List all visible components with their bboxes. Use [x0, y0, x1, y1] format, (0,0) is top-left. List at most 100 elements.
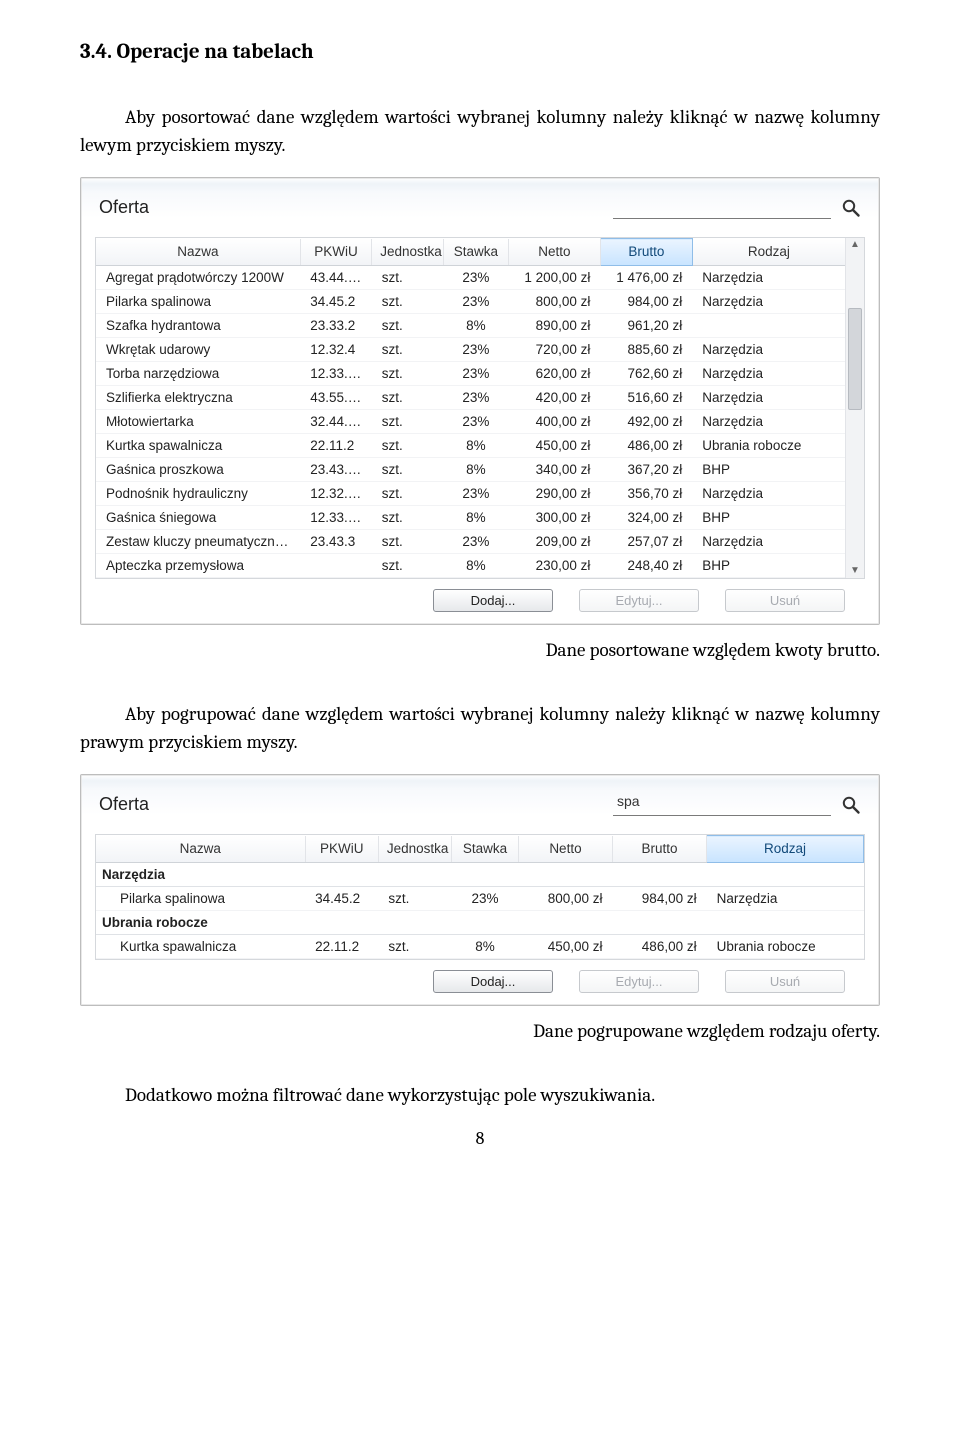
cell-nazwa: Zestaw kluczy pneumatycznych [96, 530, 300, 554]
cell-rodzaj: Ubrania robocze [692, 434, 845, 458]
table-row[interactable]: Gaśnica proszkowa23.43.55szt.8%340,00 zł… [96, 458, 846, 482]
group-header[interactable]: Ubrania robocze [96, 911, 864, 935]
cell-brutto: 1 476,00 zł [600, 266, 692, 290]
cell-netto: 890,00 zł [509, 314, 601, 338]
cell-pkwiu [300, 554, 371, 578]
cell-rodzaj [692, 314, 845, 338]
col-header-netto[interactable]: Netto [518, 836, 612, 863]
cell-netto: 450,00 zł [509, 434, 601, 458]
cell-netto: 420,00 zł [509, 386, 601, 410]
scroll-up-icon[interactable]: ▲ [848, 238, 862, 252]
col-header-stawka[interactable]: Stawka [452, 836, 519, 863]
cell-brutto: 984,00 zł [613, 887, 707, 911]
table-row[interactable]: Szlifierka elektryczna43.55.44szt.23%420… [96, 386, 846, 410]
cell-brutto: 367,20 zł [600, 458, 692, 482]
table-row[interactable]: Młotowiertarka32.44.55szt.23%400,00 zł49… [96, 410, 846, 434]
paragraph-3: Dodatkowo można filtrować dane wykorzyst… [80, 1082, 880, 1110]
cell-rodzaj: Narzędzia [692, 530, 845, 554]
table-row[interactable]: Kurtka spawalnicza22.11.2szt.8%450,00 zł… [96, 935, 864, 959]
cell-jed: szt. [372, 434, 443, 458]
cell-stawka: 23% [452, 887, 519, 911]
cell-nazwa: Kurtka spawalnicza [96, 935, 305, 959]
col-header-nazwa[interactable]: Nazwa [96, 239, 300, 266]
col-header-netto[interactable]: Netto [509, 239, 601, 266]
cell-rodzaj: Narzędzia [692, 482, 845, 506]
page-number: 8 [80, 1128, 880, 1149]
dodaj-button[interactable]: Dodaj... [433, 589, 553, 612]
cell-stawka: 8% [452, 935, 519, 959]
cell-nazwa: Agregat prądotwórczy 1200W [96, 266, 300, 290]
cell-jed: szt. [372, 386, 443, 410]
cell-rodzaj: Narzędzia [692, 290, 845, 314]
table-row[interactable]: Gaśnica śniegowa12.33.43szt.8%300,00 zł3… [96, 506, 846, 530]
cell-jed: szt. [372, 362, 443, 386]
cell-nazwa: Młotowiertarka [96, 410, 300, 434]
cell-brutto: 486,00 zł [613, 935, 707, 959]
cell-pkwiu: 23.33.2 [300, 314, 371, 338]
cell-pkwiu: 43.55.44 [300, 386, 371, 410]
table-row[interactable]: Szafka hydrantowa23.33.2szt.8%890,00 zł9… [96, 314, 846, 338]
search-icon[interactable] [841, 198, 861, 218]
edytuj-button[interactable]: Edytuj... [579, 970, 699, 993]
search-input[interactable] [613, 196, 831, 219]
oferta-grid: ▲ ▼ Nazwa PKWiU Jednostka Stawka [95, 237, 865, 579]
group-header[interactable]: Narzędzia [96, 863, 864, 887]
table-row[interactable]: Torba narzędziowa12.33.43szt.23%620,00 z… [96, 362, 846, 386]
cell-stawka: 23% [443, 386, 508, 410]
cell-netto: 620,00 zł [509, 362, 601, 386]
col-header-rodzaj[interactable]: Rodzaj [692, 239, 845, 266]
cell-stawka: 23% [443, 362, 508, 386]
cell-stawka: 8% [443, 506, 508, 530]
cell-brutto: 961,20 zł [600, 314, 692, 338]
cell-pkwiu: 23.43.3 [300, 530, 371, 554]
cell-brutto: 492,00 zł [600, 410, 692, 434]
scroll-down-icon[interactable]: ▼ [848, 564, 862, 578]
col-header-brutto[interactable]: Brutto [600, 239, 692, 266]
cell-nazwa: Szlifierka elektryczna [96, 386, 300, 410]
cell-netto: 340,00 zł [509, 458, 601, 482]
cell-netto: 300,00 zł [509, 506, 601, 530]
table-row[interactable]: Wkrętak udarowy12.32.4szt.23%720,00 zł88… [96, 338, 846, 362]
col-header-pkwiu[interactable]: PKWiU [300, 239, 371, 266]
edytuj-button[interactable]: Edytuj... [579, 589, 699, 612]
col-header-nazwa[interactable]: Nazwa [96, 836, 305, 863]
scrollbar[interactable]: ▲ ▼ [845, 238, 864, 578]
table-row[interactable]: Pilarka spalinowa34.45.2szt.23%800,00 zł… [96, 887, 864, 911]
cell-stawka: 23% [443, 266, 508, 290]
cell-rodzaj: Narzędzia [692, 266, 845, 290]
cell-nazwa: Pilarka spalinowa [96, 290, 300, 314]
cell-rodzaj: BHP [692, 458, 845, 482]
usun-button[interactable]: Usuń [725, 970, 845, 993]
cell-pkwiu: 12.33.43 [300, 506, 371, 530]
cell-pkwiu: 12.32.4 [300, 338, 371, 362]
paragraph-2: Aby pogrupować dane względem wartości wy… [80, 701, 880, 756]
table-row[interactable]: Pilarka spalinowa34.45.2szt.23%800,00 zł… [96, 290, 846, 314]
col-header-jednostka[interactable]: Jednostka [372, 239, 443, 266]
scroll-thumb[interactable] [848, 308, 862, 410]
cell-rodzaj: Narzędzia [707, 887, 864, 911]
table-row[interactable]: Kurtka spawalnicza22.11.2szt.8%450,00 zł… [96, 434, 846, 458]
search-input[interactable]: spa [613, 793, 831, 816]
cell-jed: szt. [372, 554, 443, 578]
col-header-pkwiu[interactable]: PKWiU [305, 836, 378, 863]
cell-jed: szt. [372, 338, 443, 362]
cell-stawka: 8% [443, 458, 508, 482]
cell-jed: szt. [372, 290, 443, 314]
cell-jed: szt. [378, 935, 451, 959]
cell-nazwa: Podnośnik hydrauliczny [96, 482, 300, 506]
usun-button[interactable]: Usuń [725, 589, 845, 612]
search-icon[interactable] [841, 795, 861, 815]
table-row[interactable]: Apteczka przemysłowaszt.8%230,00 zł248,4… [96, 554, 846, 578]
cell-jed: szt. [372, 530, 443, 554]
col-header-stawka[interactable]: Stawka [443, 239, 508, 266]
table-row[interactable]: Podnośnik hydrauliczny12.32.44szt.23%290… [96, 482, 846, 506]
table-row[interactable]: Agregat prądotwórczy 1200W43.44.55szt.23… [96, 266, 846, 290]
col-header-brutto[interactable]: Brutto [613, 836, 707, 863]
col-header-jednostka[interactable]: Jednostka [378, 836, 451, 863]
dodaj-button[interactable]: Dodaj... [433, 970, 553, 993]
table-row[interactable]: Zestaw kluczy pneumatycznych23.43.3szt.2… [96, 530, 846, 554]
col-header-rodzaj[interactable]: Rodzaj [707, 836, 864, 863]
cell-nazwa: Gaśnica śniegowa [96, 506, 300, 530]
cell-nazwa: Szafka hydrantowa [96, 314, 300, 338]
cell-pkwiu: 43.44.55 [300, 266, 371, 290]
